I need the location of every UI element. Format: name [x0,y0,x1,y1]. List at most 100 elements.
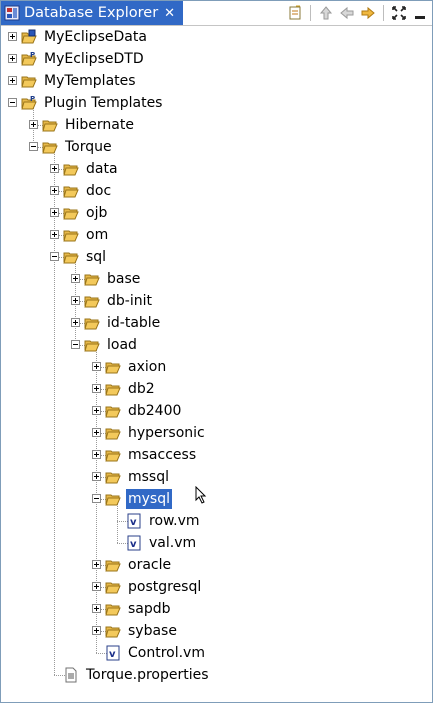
back-button[interactable] [339,5,355,21]
folder-icon [42,142,58,154]
plugin-folder-icon: P [21,51,37,66]
tree-item-label: doc [86,183,112,199]
expand-icon[interactable] [92,472,101,481]
minimize-icon [415,16,425,19]
tree-item-label: load [107,337,137,353]
minimize-button[interactable] [412,5,428,21]
collapse-all-button[interactable] [287,5,303,21]
folder-icon [63,208,79,220]
folder-icon [105,494,121,506]
tree-item[interactable]: MyEclipseData [8,26,149,48]
tree-item[interactable]: v val.vm [126,532,198,554]
tree-item-label: db2 [128,381,155,397]
expand-icon[interactable] [8,32,17,41]
collapse-icon[interactable] [92,494,101,503]
folder-icon [84,274,100,286]
tree-item-label: mssql [128,469,170,485]
tree-item[interactable]: base [71,268,142,290]
tree-item[interactable]: load [71,334,139,356]
forward-button[interactable] [360,5,376,21]
folder-icon [105,604,121,616]
tree-item[interactable]: axion [92,356,168,378]
tree-item[interactable]: v row.vm [126,510,202,532]
collapse-all-icon [289,5,301,20]
go-up-button[interactable] [318,5,334,21]
tree-item[interactable]: data [50,158,120,180]
expand-icon[interactable] [29,120,38,129]
folder-icon [105,428,121,440]
tree-item[interactable]: MyTemplates [8,70,138,92]
tree-item-label: ojb [86,205,108,221]
tree-item-label: val.vm [149,535,197,551]
expand-icon[interactable] [92,582,101,591]
expand-icon[interactable] [92,626,101,635]
tree-item-label: msaccess [128,447,197,463]
collapse-icon[interactable] [8,98,17,107]
expand-icon[interactable] [71,296,80,305]
maximize-button[interactable] [391,5,407,21]
collapse-icon[interactable] [50,252,59,261]
expand-icon[interactable] [92,362,101,371]
tree-item[interactable]: ojb [50,202,109,224]
tree-item[interactable]: db2400 [92,400,183,422]
tree-item[interactable]: om [50,224,110,246]
expand-icon[interactable] [50,208,59,217]
tree-item-label: sapdb [128,601,171,617]
expand-icon[interactable] [50,186,59,195]
collapse-icon[interactable] [29,142,38,151]
tree-item[interactable]: postgresql [92,576,203,598]
tree-item[interactable]: Torque [29,136,114,158]
expand-icon[interactable] [71,274,80,283]
folder-icon [105,560,121,572]
velocity-file-icon: v [106,645,120,661]
expand-icon[interactable] [50,164,59,173]
tree-item[interactable]: sql [50,246,108,268]
expand-icon[interactable] [92,428,101,437]
database-explorer-icon [4,5,20,21]
tree-item-label: sybase [128,623,177,639]
tree-item[interactable]: P Plugin Templates [8,92,164,114]
tree-item-label: base [107,271,141,287]
tree-item[interactable]: v Control.vm [105,642,207,664]
tree-item-label: id-table [107,315,161,331]
tree-item[interactable]: P MyEclipseDTD [8,48,146,70]
expand-icon[interactable] [92,604,101,613]
tree-item[interactable]: id-table [71,312,162,334]
tree-item-label: db-init [107,293,152,309]
folder-icon [105,626,121,638]
expand-icon[interactable] [50,230,59,239]
tree-item[interactable]: msaccess [92,444,198,466]
tree-item[interactable]: Hibernate [29,114,136,136]
tree-item[interactable]: db-init [71,290,154,312]
expand-icon[interactable] [8,76,17,85]
toolbar-separator [383,5,384,21]
expand-icon[interactable] [92,384,101,393]
velocity-file-icon: v [127,513,141,529]
expand-icon[interactable] [71,318,80,327]
expand-icon[interactable] [92,560,101,569]
tree-item[interactable]: sybase [92,620,179,642]
tree-item[interactable]: oracle [92,554,173,576]
expand-icon[interactable] [92,406,101,415]
tree-item[interactable]: hypersonic [92,422,207,444]
tree-item-label: sql [86,249,107,265]
expand-icon[interactable] [8,54,17,63]
folder-icon [105,406,121,418]
tree-item-label: Control.vm [128,645,205,661]
tree-item[interactable]: Torque.properties [63,664,211,686]
close-icon[interactable]: ✕ [164,6,175,21]
svg-text:v: v [130,517,137,528]
collapse-icon[interactable] [71,340,80,349]
tree-item[interactable]: mssql [92,466,171,488]
tree-item[interactable]: db2 [92,378,157,400]
tree-item-label: Torque.properties [86,667,209,683]
folder-icon [105,450,121,462]
folder-icon [42,120,58,132]
tree-item-label: data [86,161,118,177]
tree-item[interactable]: mysql [92,488,172,510]
tree-item[interactable]: doc [50,180,113,202]
tree-item[interactable]: sapdb [92,598,173,620]
view-tab[interactable]: Database Explorer ✕ [1,1,183,25]
expand-icon[interactable] [92,450,101,459]
right-arrow-icon [361,6,375,20]
